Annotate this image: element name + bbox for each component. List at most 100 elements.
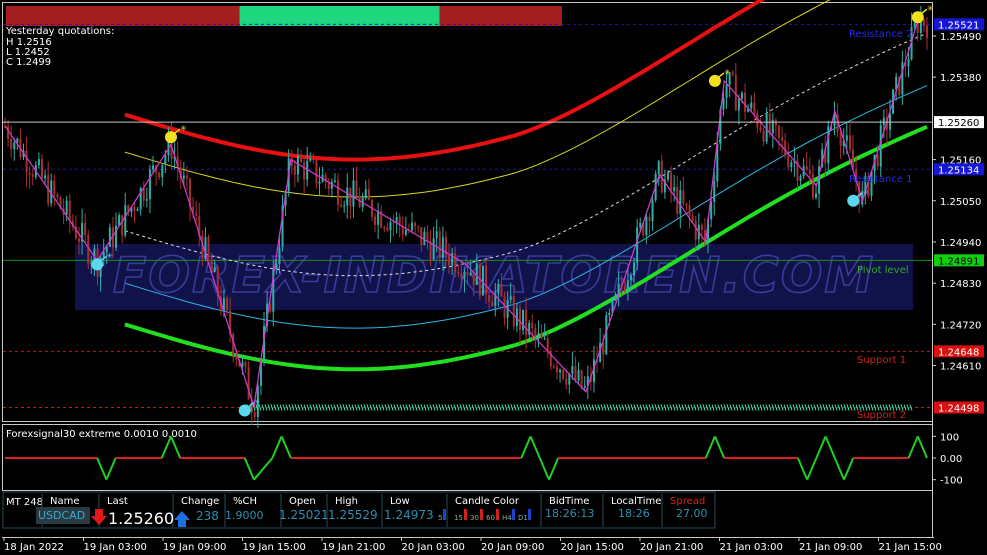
candle xyxy=(300,149,303,164)
market-info-panel: MT 248 Name Last Change %CH Open High Low Candl… xyxy=(2,491,716,529)
session-bar xyxy=(6,6,562,26)
panel-header: %CH xyxy=(233,496,257,507)
candle xyxy=(47,161,50,207)
support2-hatch xyxy=(690,404,694,411)
candle xyxy=(537,320,540,348)
candle xyxy=(518,303,521,345)
level-price-label: 1.25521 xyxy=(938,20,979,31)
support2-hatch xyxy=(450,404,454,411)
candle xyxy=(762,127,765,146)
panel-header: Name xyxy=(50,496,80,507)
candle xyxy=(158,171,161,180)
candle xyxy=(293,159,296,188)
svg-text:✳: ✳ xyxy=(106,251,113,260)
panel-name: USDCAD xyxy=(38,509,85,522)
candle xyxy=(599,328,602,363)
support2-hatch xyxy=(738,404,742,411)
candle xyxy=(352,167,355,218)
session-segment-1 xyxy=(239,6,440,26)
session-segment-2 xyxy=(439,6,562,26)
indicator-series xyxy=(5,435,928,481)
panel-header: Last xyxy=(107,496,128,507)
candle xyxy=(565,369,568,390)
panel-spread: 27.00 xyxy=(676,507,708,520)
support2-hatch xyxy=(438,404,442,411)
support2-hatch xyxy=(372,404,376,411)
svg-text:✳: ✳ xyxy=(724,68,731,77)
support2-hatch xyxy=(594,404,598,411)
time-tick-label: 21 Jan 15:00 xyxy=(879,542,942,553)
support2-hatch xyxy=(906,404,910,411)
indicator-segment xyxy=(243,457,255,481)
candle-color-bar xyxy=(443,509,446,520)
support2-hatch xyxy=(408,404,412,411)
candle xyxy=(805,151,808,172)
candle xyxy=(31,168,34,186)
price-tick-label: 1.24940 xyxy=(940,238,981,249)
yq-close: C 1.2499 xyxy=(6,57,51,68)
price-chart[interactable]: FOREX-INDIKATOREN.COM ✳ ✳ ✳ ✳ ✳ ✳ Yesterday q… xyxy=(0,0,987,555)
candle xyxy=(700,222,703,243)
support2-hatch xyxy=(300,404,304,411)
support2-hatch xyxy=(744,404,748,411)
price-tick-label: 1.25490 xyxy=(940,32,981,43)
candle xyxy=(562,368,565,381)
watermark-text: FOREX-INDIKATOREN.COM xyxy=(113,247,875,304)
candle xyxy=(552,363,555,369)
candle xyxy=(136,206,139,212)
time-tick-label: 20 Jan 21:00 xyxy=(640,542,703,553)
support2-hatch xyxy=(354,404,358,411)
candle xyxy=(657,160,660,187)
candle-color-bar xyxy=(528,509,531,520)
support2-hatch xyxy=(414,404,418,411)
candle xyxy=(44,170,47,184)
support2-hatch xyxy=(522,404,526,411)
candle xyxy=(645,212,648,245)
support2-hatch xyxy=(846,404,850,411)
panel-last: 1.25260 xyxy=(108,509,174,528)
panel-high: 1.25529 xyxy=(328,508,378,522)
candle xyxy=(303,156,306,194)
time-tick-label: 20 Jan 15:00 xyxy=(561,542,624,553)
candle xyxy=(503,291,506,326)
candle xyxy=(802,158,805,180)
candle xyxy=(389,217,392,243)
panel-header: High xyxy=(335,496,358,507)
candle xyxy=(571,351,574,380)
candle xyxy=(19,128,22,160)
support2-hatch xyxy=(822,404,826,411)
support2-hatch xyxy=(468,404,472,411)
candle xyxy=(787,142,790,171)
trading-chart-window: FOREX-INDIKATOREN.COM ✳ ✳ ✳ ✳ ✳ ✳ Yesterday q… xyxy=(0,0,987,555)
candle xyxy=(734,62,737,111)
support2-hatch xyxy=(306,404,310,411)
indicator-segment xyxy=(520,435,532,459)
candle xyxy=(848,123,851,154)
time-axis: 18 Jan 2022 19 Jan 03:00 19 Jan 09:00 19 Ja… xyxy=(3,537,942,553)
support2-hatch xyxy=(696,404,700,411)
candle xyxy=(796,154,799,190)
candle xyxy=(534,323,537,349)
support2-hatch xyxy=(624,404,628,411)
candle xyxy=(108,223,111,248)
candle xyxy=(670,166,673,203)
candle xyxy=(198,202,201,247)
panel-header: LocalTime xyxy=(611,496,661,507)
support2-hatch xyxy=(330,404,334,411)
support2-hatch xyxy=(540,404,544,411)
candle xyxy=(318,167,321,196)
candle xyxy=(176,141,179,181)
support2-hatch xyxy=(774,404,778,411)
candle xyxy=(879,119,882,178)
indicator-tick-label: -100 xyxy=(940,476,963,487)
support2-hatch xyxy=(756,404,760,411)
indicator-segment xyxy=(105,457,117,481)
support1-label: Support 1 xyxy=(857,355,906,366)
candle xyxy=(648,213,651,236)
candle-tf-label: 60 xyxy=(486,514,495,522)
support2-hatch xyxy=(528,404,532,411)
candle xyxy=(226,295,229,316)
candle xyxy=(731,69,734,77)
support2-hatch xyxy=(324,404,328,411)
svg-text:✳: ✳ xyxy=(254,398,261,407)
